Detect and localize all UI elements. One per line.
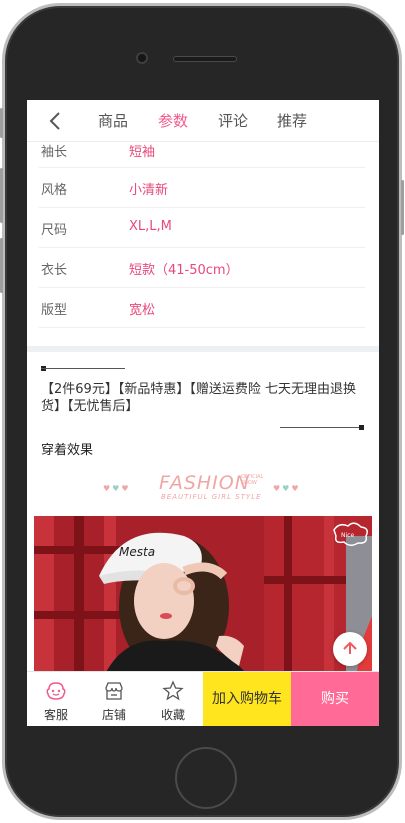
speaker-grille bbox=[173, 56, 237, 62]
spec-key: 版型 bbox=[41, 303, 68, 318]
service-label: 客服 bbox=[43, 708, 68, 722]
volume-down-button bbox=[0, 238, 3, 293]
spec-row-style: 风格 小清新 bbox=[39, 168, 365, 208]
tab-header: 商品 参数 评论 推荐 bbox=[27, 100, 379, 142]
volume-up-button bbox=[0, 168, 3, 223]
hearts-decor-right: ♥♥♥ bbox=[273, 484, 301, 493]
favorite-button[interactable]: 收藏 bbox=[144, 672, 202, 726]
shop-label: 店铺 bbox=[101, 708, 126, 722]
decor-line bbox=[280, 427, 362, 428]
spec-key: 衣长 bbox=[41, 263, 68, 278]
spec-row-size: 尺码 XL,L,M bbox=[39, 208, 365, 248]
tab-recommend[interactable]: 推荐 bbox=[277, 110, 307, 131]
tab-reviews[interactable]: 评论 bbox=[218, 110, 248, 131]
power-button bbox=[401, 180, 404, 235]
mute-switch bbox=[0, 108, 3, 138]
banner-title: FASHION bbox=[159, 472, 250, 494]
spec-value: 宽松 bbox=[129, 303, 156, 318]
shop-button[interactable]: 店铺 bbox=[85, 672, 143, 726]
spec-row-length: 衣长 短款（41-50cm） bbox=[39, 248, 365, 288]
home-button[interactable] bbox=[175, 747, 237, 809]
favorite-label: 收藏 bbox=[160, 708, 185, 722]
product-photo: Mesta Nice bbox=[34, 516, 372, 676]
back-arrow-icon[interactable] bbox=[45, 110, 67, 132]
promo-text: 【2件69元】【新品特惠】【赠送运费险 七天无理由退换货】【无忧售后】 bbox=[41, 382, 356, 414]
spec-key: 袖长 bbox=[41, 145, 68, 160]
wear-effect-title: 穿着效果 bbox=[41, 443, 94, 458]
service-button[interactable]: 客服 bbox=[27, 672, 85, 726]
spec-row-fit: 版型 宽松 bbox=[39, 288, 365, 328]
decor-dot bbox=[359, 425, 364, 430]
hearts-decor-left: ♥♥♥ bbox=[103, 484, 131, 493]
shop-icon bbox=[103, 680, 125, 702]
add-to-cart-button[interactable]: 加入购物车 bbox=[203, 672, 291, 726]
svg-text:Nice: Nice bbox=[341, 532, 354, 539]
fashion-banner: ♥♥♥ FASHION OFFICIAL SHOW BEAUTIFUL GIRL… bbox=[27, 470, 379, 506]
camera-icon bbox=[136, 52, 148, 64]
banner-subtitle: BEAUTIFUL GIRL STYLE bbox=[161, 493, 262, 501]
spec-value: 短款（41-50cm） bbox=[129, 263, 239, 278]
svg-text:Mesta: Mesta bbox=[119, 545, 155, 559]
banner-small-text: OFFICIAL SHOW bbox=[241, 474, 264, 486]
buy-button[interactable]: 购买 bbox=[291, 672, 379, 726]
spec-key: 尺码 bbox=[41, 223, 68, 238]
spec-key: 风格 bbox=[41, 183, 68, 198]
spec-value: 短袖 bbox=[129, 145, 156, 160]
service-icon bbox=[45, 680, 67, 702]
bottom-action-bar: 客服 店铺 收藏 加入购物车 购买 bbox=[27, 671, 379, 726]
star-icon bbox=[162, 680, 184, 702]
tab-params[interactable]: 参数 bbox=[158, 110, 188, 131]
section-divider bbox=[27, 346, 379, 352]
spec-value: 小清新 bbox=[129, 183, 169, 198]
spec-value: XL,L,M bbox=[129, 219, 172, 234]
scroll-top-button[interactable] bbox=[333, 632, 367, 666]
tab-product[interactable]: 商品 bbox=[98, 110, 128, 131]
decor-line bbox=[41, 368, 125, 369]
up-arrow-icon bbox=[340, 639, 360, 663]
app-screen: 商品 参数 评论 推荐 袖长 短袖 风格 小清新 尺码 XL,L,M 衣长 短款… bbox=[27, 100, 379, 726]
